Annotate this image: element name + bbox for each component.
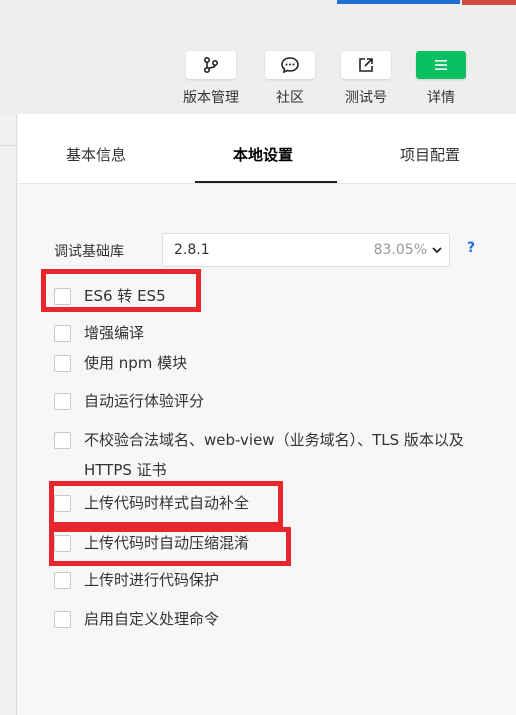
highlight-box bbox=[49, 527, 291, 566]
left-pane-divider bbox=[0, 145, 17, 146]
active-tab-indicator bbox=[195, 181, 337, 183]
base-lib-label: 调试基础库 bbox=[54, 244, 124, 260]
blue-strip bbox=[337, 0, 460, 4]
checkbox[interactable] bbox=[54, 611, 71, 628]
checkbox[interactable] bbox=[54, 325, 71, 342]
option-label: 不校验合法域名、web-view（业务域名）、TLS 版本以及 HTTPS 证书 bbox=[84, 431, 464, 479]
base-lib-value: 2.8.1 bbox=[174, 242, 210, 258]
option-label: 上传时进行代码保护 bbox=[84, 571, 220, 589]
base-lib-percent: 83.05% bbox=[373, 242, 427, 258]
title-strip bbox=[0, 0, 516, 6]
test-number-tool[interactable]: 测试号 bbox=[341, 51, 391, 106]
external-link-icon bbox=[359, 58, 373, 72]
option-label: 自动运行体验评分 bbox=[84, 392, 205, 410]
help-icon[interactable]: ? bbox=[467, 240, 475, 256]
chevron-down-icon bbox=[432, 247, 442, 254]
menu-icon bbox=[435, 60, 447, 70]
checkbox[interactable] bbox=[54, 432, 71, 449]
version-management-button[interactable] bbox=[186, 51, 236, 79]
version-management-tool[interactable]: 版本管理 bbox=[183, 51, 239, 106]
branch-icon bbox=[203, 56, 219, 74]
option-label: 增强编译 bbox=[84, 324, 145, 342]
top-toolbar: 版本管理 社区 测试号 详情 bbox=[0, 0, 516, 114]
base-lib-select[interactable]: 2.8.1 83.05% bbox=[162, 233, 450, 267]
option-label: 启用自定义处理命令 bbox=[84, 610, 220, 628]
community-button[interactable] bbox=[265, 51, 315, 79]
highlight-box bbox=[41, 269, 201, 312]
red-strip bbox=[462, 0, 516, 5]
community-label: 社区 bbox=[276, 90, 304, 106]
version-management-label: 版本管理 bbox=[183, 90, 239, 106]
settings-tabs: 基本信息 本地设置 项目配置 bbox=[18, 114, 516, 184]
test-number-label: 测试号 bbox=[345, 90, 387, 106]
option-label: 使用 npm 模块 bbox=[84, 354, 188, 372]
test-number-button[interactable] bbox=[341, 51, 391, 79]
tab-project-config[interactable]: 项目配置 bbox=[400, 144, 460, 165]
checkbox[interactable] bbox=[54, 393, 71, 410]
checkbox[interactable] bbox=[54, 355, 71, 372]
details-button[interactable] bbox=[416, 51, 466, 79]
highlight-box bbox=[49, 481, 283, 527]
tab-basic-info[interactable]: 基本信息 bbox=[66, 144, 126, 165]
left-editor-pane bbox=[0, 114, 17, 715]
details-panel: 基本信息 本地设置 项目配置 调试基础库 2.8.1 83.05% ? ES6 … bbox=[18, 114, 516, 715]
details-tool[interactable]: 详情 bbox=[416, 51, 466, 106]
details-label: 详情 bbox=[427, 90, 455, 106]
chat-bubble-icon bbox=[281, 57, 299, 74]
community-tool[interactable]: 社区 bbox=[265, 51, 315, 106]
tab-local-settings[interactable]: 本地设置 bbox=[233, 144, 293, 165]
checkbox[interactable] bbox=[54, 572, 71, 589]
